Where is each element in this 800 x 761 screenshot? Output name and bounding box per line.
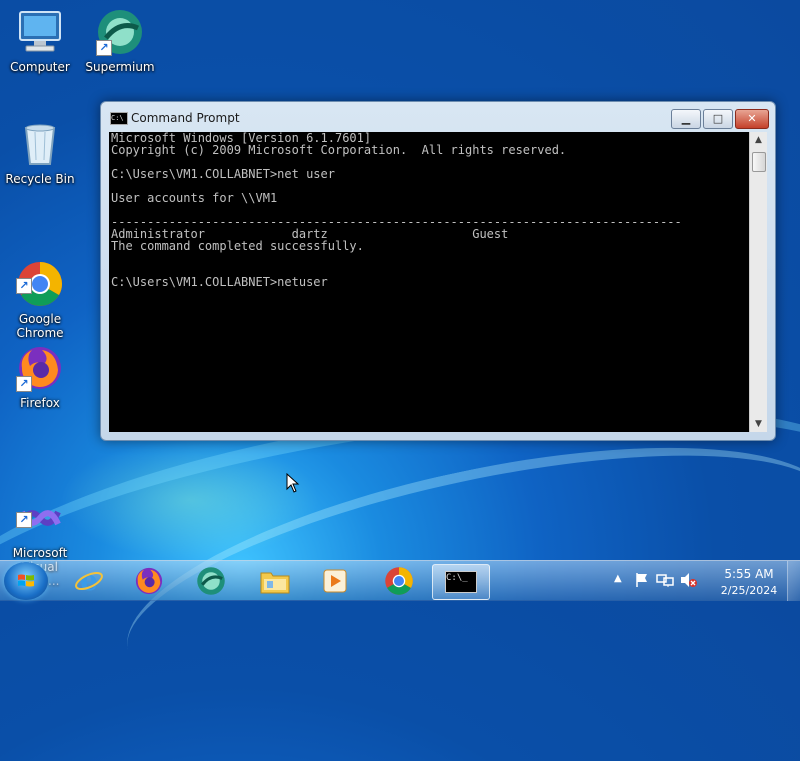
folder-icon xyxy=(260,572,290,594)
taskbar-google-chrome[interactable] xyxy=(372,564,426,598)
chrome-icon: ↗ xyxy=(16,246,64,306)
internet-explorer-icon: e xyxy=(75,566,103,596)
window-titlebar[interactable]: C:\ Command Prompt ▁ □ ✕ xyxy=(101,102,775,132)
scroll-down-arrow-icon[interactable]: ▼ xyxy=(750,416,767,432)
command-prompt-window[interactable]: C:\ Command Prompt ▁ □ ✕ Microsoft Windo… xyxy=(100,101,776,441)
visual-studio-icon: ↗ xyxy=(16,480,64,528)
show-desktop-button[interactable] xyxy=(787,561,800,601)
volume-muted-icon[interactable] xyxy=(680,572,698,588)
network-icon[interactable] xyxy=(656,572,674,588)
supermium-icon: ↗ xyxy=(96,8,144,56)
desktop-icon-label: Computer xyxy=(10,60,70,74)
maximize-button[interactable]: □ xyxy=(703,109,733,129)
shortcut-arrow-icon: ↗ xyxy=(96,40,112,56)
desktop-icon-label: Google Chrome xyxy=(16,312,64,340)
taskbar-firefox[interactable] xyxy=(122,564,176,598)
desktop-icon-firefox[interactable]: ↗ Firefox xyxy=(2,344,78,410)
scroll-up-arrow-icon[interactable]: ▲ xyxy=(750,132,767,148)
cmd-icon: C:\_ xyxy=(445,571,477,593)
cmd-icon: C:\ xyxy=(110,112,128,125)
desktop-icon-computer[interactable]: Computer xyxy=(2,8,78,74)
desktop-icon-label: Recycle Bin xyxy=(5,172,75,186)
console-output[interactable]: Microsoft Windows [Version 6.1.7601] Cop… xyxy=(109,132,749,432)
taskbar-supermium[interactable] xyxy=(184,564,238,598)
shortcut-arrow-icon: ↗ xyxy=(16,512,32,528)
desktop-icon-recycle-bin[interactable]: Recycle Bin xyxy=(2,120,78,186)
desktop-icon-label: Firefox xyxy=(20,396,60,410)
desktop-icon-google-chrome[interactable]: ↗ Google Chrome xyxy=(2,232,78,354)
scrollbar-thumb[interactable] xyxy=(752,152,766,172)
firefox-icon xyxy=(135,567,163,595)
start-button[interactable] xyxy=(4,562,48,600)
shortcut-arrow-icon: ↗ xyxy=(16,376,32,392)
show-hidden-icons-icon[interactable]: ▲ xyxy=(614,573,622,584)
recycle-bin-icon xyxy=(16,120,64,168)
svg-text:e: e xyxy=(80,566,98,596)
taskbar-command-prompt[interactable]: C:\_ xyxy=(432,564,490,600)
clock-time[interactable]: 5:55 AM xyxy=(714,567,784,581)
chrome-icon xyxy=(385,567,413,595)
shortcut-arrow-icon: ↗ xyxy=(16,278,32,294)
console-text: Microsoft Windows [Version 6.1.7601] Cop… xyxy=(111,132,682,289)
close-button[interactable]: ✕ xyxy=(735,109,769,129)
window-title: Command Prompt xyxy=(131,111,240,125)
mouse-cursor-icon xyxy=(286,473,300,493)
supermium-icon xyxy=(197,567,225,595)
taskbar-internet-explorer[interactable]: e xyxy=(62,564,116,598)
taskbar-media-player[interactable] xyxy=(308,564,362,598)
clock-date[interactable]: 2/25/2024 xyxy=(714,584,784,597)
system-tray: ▲ 5:55 AM 2/25/2024 xyxy=(610,561,800,601)
media-player-icon xyxy=(323,569,347,593)
firefox-icon: ↗ xyxy=(16,344,64,392)
taskbar: e C:\_ ▲ 5:55 AM 2/25/2024 xyxy=(0,560,800,601)
windows-logo-icon xyxy=(18,574,34,587)
vertical-scrollbar[interactable]: ▲ ▼ xyxy=(749,132,767,432)
taskbar-windows-explorer[interactable] xyxy=(248,564,302,598)
desktop-icon-label: Supermium xyxy=(85,60,155,74)
minimize-button[interactable]: ▁ xyxy=(671,109,701,129)
computer-icon xyxy=(16,8,64,56)
action-center-flag-icon[interactable] xyxy=(634,572,650,588)
desktop-icon-supermium[interactable]: ↗ Supermium xyxy=(82,8,158,74)
